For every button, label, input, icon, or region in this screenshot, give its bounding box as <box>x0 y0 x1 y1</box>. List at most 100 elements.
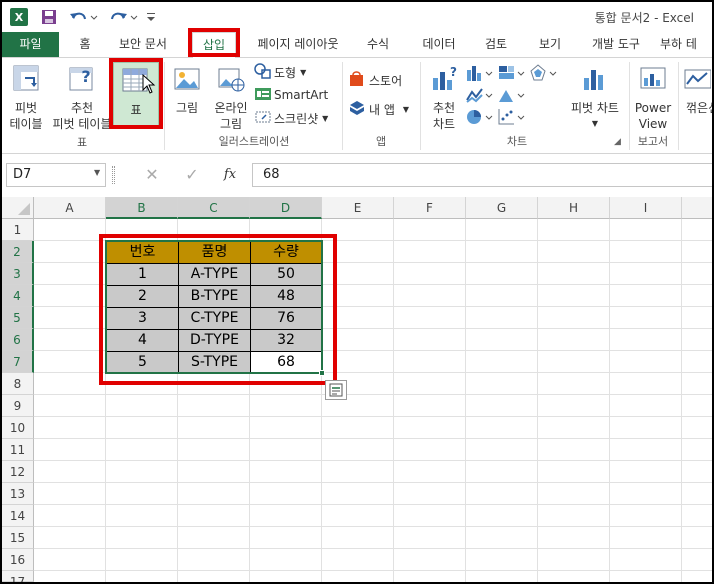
power-view-label-1: Power <box>634 101 672 115</box>
select-all-corner[interactable] <box>2 197 34 219</box>
tab-developer[interactable]: 개발 도구 <box>584 32 648 57</box>
row-header[interactable]: 7 <box>2 351 34 373</box>
pivot-table-button[interactable]: 피벗 테이블 <box>6 64 46 132</box>
online-picture-button[interactable]: 온라인 그림 <box>208 64 254 132</box>
tab-view[interactable]: 보기 <box>530 32 570 57</box>
shapes-icon <box>254 62 272 82</box>
tab-formulas[interactable]: 수식 <box>358 32 398 57</box>
row-header[interactable]: 6 <box>2 329 34 351</box>
insert-function-icon[interactable]: fx <box>218 163 242 187</box>
ribbon-insert: 피벗 테이블 ? 추천 피벗 테이블 표 표 그림 온라인 그림 도형 ▼ Sm… <box>2 57 712 154</box>
ribbon-tabs: 파일 홈 보안 문서 삽입 페이지 레이아웃 수식 데이터 검토 보기 개발 도… <box>2 32 712 58</box>
my-apps-button[interactable]: 내 앱 ▼ <box>348 99 409 119</box>
store-label: 스토어 <box>369 73 403 88</box>
power-view-label-2: View <box>638 117 668 131</box>
svg-text:?: ? <box>81 67 90 86</box>
row-header[interactable]: 12 <box>2 461 34 483</box>
power-view-button[interactable]: Power View <box>632 64 674 132</box>
hierarchy-chart-icon[interactable] <box>498 64 526 85</box>
enter-icon[interactable]: ✓ <box>182 163 202 187</box>
tab-load-test[interactable]: 부하 테 <box>660 32 712 57</box>
cancel-icon[interactable]: ✕ <box>142 163 162 187</box>
group-label-illustrations: 일러스트레이션 <box>218 135 290 148</box>
excel-window: X 통합 문서2 - Excel 파일 홈 보안 문서 삽입 페이지 레이아웃 … <box>2 2 712 582</box>
svg-text:X: X <box>15 11 24 24</box>
customize-qat-icon[interactable] <box>144 6 158 28</box>
online-picture-icon <box>208 64 254 98</box>
tab-home[interactable]: 홈 <box>68 32 102 57</box>
my-apps-icon <box>348 100 366 119</box>
recommended-pivot-button[interactable]: ? 추천 피벗 테이블 <box>50 64 114 132</box>
row-header[interactable]: 10 <box>2 417 34 439</box>
row-header[interactable]: 1 <box>2 219 34 241</box>
scatter-chart-icon[interactable] <box>498 108 526 129</box>
row-header[interactable]: 4 <box>2 285 34 307</box>
column-header[interactable]: D <box>250 197 322 219</box>
group-label-reports: 보고서 <box>637 135 669 148</box>
picture-button[interactable]: 그림 <box>170 64 204 116</box>
dropdown-arrow-icon: ▼ <box>402 104 410 114</box>
column-header[interactable]: E <box>322 197 394 219</box>
save-icon[interactable] <box>38 6 60 28</box>
column-header[interactable]: B <box>106 197 178 219</box>
store-button[interactable]: 스토어 <box>348 70 402 90</box>
formula-input[interactable]: 68 <box>252 163 712 187</box>
row-header[interactable]: 16 <box>2 549 34 571</box>
dialog-launcher-icon[interactable]: ◢ <box>614 137 621 147</box>
quick-analysis-button[interactable] <box>325 380 347 400</box>
pivot-chart-label: 피벗 차트 <box>571 101 619 115</box>
screenshot-label: 스크린샷 <box>274 111 319 126</box>
column-header[interactable]: C <box>178 197 250 219</box>
column-header-partial[interactable] <box>682 197 712 219</box>
row-header[interactable]: 3 <box>2 263 34 285</box>
worksheet-grid[interactable]: A B C D E F G H I 1 2 3 4 5 6 7 8 9 10 1… <box>2 197 712 582</box>
resize-handle[interactable] <box>112 166 115 184</box>
group-label-apps: 앱 <box>375 135 387 148</box>
row-header[interactable]: 17 <box>2 571 34 582</box>
row-header[interactable]: 2 <box>2 241 34 263</box>
row-header[interactable]: 15 <box>2 527 34 549</box>
row-header[interactable]: 14 <box>2 505 34 527</box>
name-box[interactable]: D7 <box>6 163 106 187</box>
tab-review[interactable]: 검토 <box>476 32 516 57</box>
recommended-charts-label-2: 차트 <box>432 117 456 131</box>
name-box-dropdown-icon[interactable]: ▼ <box>94 168 100 177</box>
group-separator <box>420 62 421 150</box>
smartart-label: SmartArt <box>274 88 329 102</box>
undo-icon[interactable] <box>66 6 100 28</box>
column-header[interactable]: G <box>466 197 538 219</box>
dropdown-arrow-icon: ▼ <box>591 119 599 128</box>
dropdown-arrow-icon: ▼ <box>300 67 307 77</box>
pivot-chart-button[interactable]: 피벗 차트 ▼ <box>564 64 626 132</box>
tab-file[interactable]: 파일 <box>2 32 59 57</box>
column-header[interactable]: F <box>394 197 466 219</box>
smartart-button[interactable]: SmartArt <box>254 85 328 105</box>
row-header[interactable]: 11 <box>2 439 34 461</box>
excel-logo-icon: X <box>8 6 30 28</box>
row-header[interactable]: 8 <box>2 373 34 395</box>
column-header[interactable]: H <box>538 197 610 219</box>
tab-data[interactable]: 데이터 <box>414 32 464 57</box>
row-header[interactable]: 5 <box>2 307 34 329</box>
column-chart-icon[interactable] <box>466 64 494 85</box>
tab-security-docs[interactable]: 보안 문서 <box>106 32 180 57</box>
column-header[interactable]: A <box>34 197 106 219</box>
column-header[interactable]: I <box>610 197 682 219</box>
quick-analysis-icon <box>329 383 343 397</box>
row-header[interactable]: 9 <box>2 395 34 417</box>
tab-page-layout[interactable]: 페이지 레이아웃 <box>248 32 348 57</box>
redo-icon[interactable] <box>106 6 140 28</box>
recommended-charts-button[interactable]: ? 추천 차트 <box>426 64 462 132</box>
group-label-charts: 차트 <box>506 135 528 148</box>
pie-chart-icon[interactable] <box>466 108 494 129</box>
shapes-label: 도형 <box>274 65 297 80</box>
pivot-table-label-2: 테이블 <box>9 117 43 131</box>
line-chart-icon[interactable] <box>466 86 494 107</box>
radar-chart-icon[interactable] <box>530 64 558 85</box>
stat-chart-icon[interactable] <box>498 86 526 107</box>
row-header[interactable]: 13 <box>2 483 34 505</box>
svg-text:?: ? <box>450 65 457 79</box>
shapes-button[interactable]: 도형 ▼ <box>254 62 306 82</box>
screenshot-button[interactable]: 스크린샷 ▼ <box>254 108 328 128</box>
line-sparkline-button[interactable]: 꺾은선 <box>682 64 712 116</box>
